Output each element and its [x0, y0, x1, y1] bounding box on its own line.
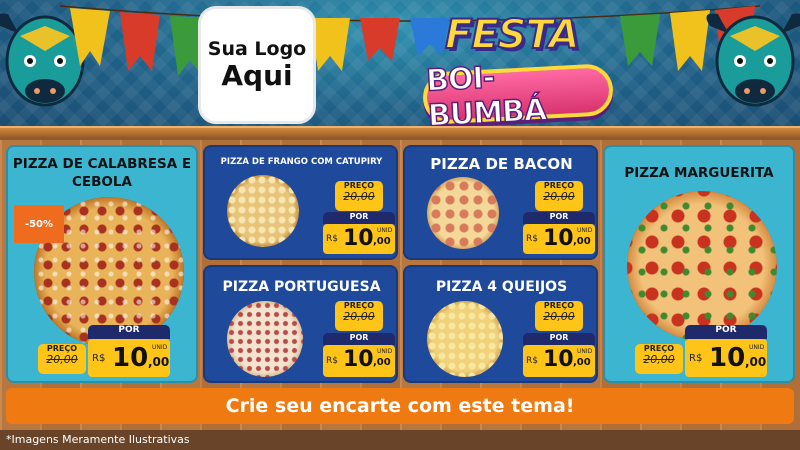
pizza-image [627, 191, 777, 341]
old-price-tag: PREÇO 20,00 [38, 344, 86, 374]
old-price-value: 20,00 [543, 310, 575, 323]
product-card-4-queijos[interactable]: PIZZA 4 QUEIJOS PREÇO 20,00 POR R$ 10 ,0… [403, 265, 598, 383]
new-price-label: POR [685, 325, 767, 339]
product-name: PIZZA DE BACON [430, 155, 573, 173]
new-price-tag: R$ 10 ,00 UNID [88, 339, 170, 377]
old-price-value: 20,00 [46, 353, 78, 366]
currency-symbol: R$ [326, 234, 338, 244]
old-price-tag: PREÇO 20,00 [635, 344, 683, 374]
unit-label: UNID [377, 227, 393, 234]
new-price-tag: R$ 10 ,00 UNID [523, 224, 595, 254]
old-price-value: 20,00 [343, 190, 375, 203]
product-name: PIZZA 4 QUEIJOS [435, 279, 568, 295]
price-cents: ,00 [745, 355, 767, 369]
price-integer: 10 [112, 343, 149, 373]
boi-bull-right-icon [706, 13, 800, 107]
new-price-label: POR [523, 333, 595, 345]
new-price-label: POR [88, 325, 170, 339]
pizza-image [427, 301, 503, 377]
footer: *Imagens Meramente Ilustrativas [0, 430, 800, 450]
price-cents: ,00 [373, 357, 391, 368]
product-card-frango[interactable]: PIZZA DE FRANGO COM CATUPIRY PREÇO 20,00… [203, 145, 398, 260]
currency-symbol: R$ [326, 356, 338, 366]
old-price-value: 20,00 [643, 353, 675, 366]
old-price-tag: PREÇO 20,00 [535, 301, 583, 331]
new-price-label: POR [523, 212, 595, 224]
title-festa: FESTA [444, 11, 581, 59]
price-cents: ,00 [573, 357, 591, 368]
old-price-label: PREÇO [543, 181, 575, 190]
old-price-tag: PREÇO 20,00 [535, 181, 583, 211]
old-price-label: PREÇO [643, 344, 675, 353]
new-price-label: POR [323, 212, 395, 224]
logo-line2: Aqui [221, 59, 293, 92]
old-price-value: 20,00 [343, 310, 375, 323]
product-card-calabresa[interactable]: PIZZA DE CALABRESA E CEBOLA -50% PREÇO 2… [6, 145, 198, 383]
price-integer: 10 [543, 347, 574, 372]
event-title: FESTA BOI-BUMBÁ [405, 8, 620, 134]
wood-trim [0, 126, 800, 138]
price-integer: 10 [343, 226, 374, 251]
currency-symbol: R$ [526, 356, 538, 366]
unit-label: UNID [577, 348, 593, 355]
cta-banner[interactable]: Crie seu encarte com este tema! [6, 388, 794, 424]
new-price-tag: R$ 10 ,00 UNID [323, 224, 395, 254]
cta-banner-text: Crie seu encarte com este tema! [225, 395, 575, 417]
product-name: PIZZA PORTUGUESA [222, 279, 381, 295]
new-price-tag: R$ 10 ,00 UNID [323, 345, 395, 377]
old-price-label: PREÇO [343, 181, 375, 190]
pizza-image [427, 177, 499, 249]
old-price-label: PREÇO [46, 344, 78, 353]
pizza-image [227, 175, 299, 247]
product-card-portuguesa[interactable]: PIZZA PORTUGUESA PREÇO 20,00 POR R$ 10 ,… [203, 265, 398, 383]
unit-label: UNID [152, 344, 168, 351]
title-plate: BOI-BUMBÁ [421, 60, 615, 134]
price-cents: ,00 [373, 236, 391, 247]
title-boi-bumba: BOI-BUMBÁ [425, 60, 548, 135]
old-price-label: PREÇO [343, 301, 375, 310]
product-name: PIZZA DE FRANGO COM CATUPIRY [220, 157, 383, 167]
product-name: PIZZA MARGUERITA [624, 165, 774, 181]
old-price-tag: PREÇO 20,00 [335, 181, 383, 211]
old-price-tag: PREÇO 20,00 [335, 301, 383, 331]
unit-label: UNID [749, 344, 765, 351]
old-price-label: PREÇO [543, 301, 575, 310]
pizza-image [227, 301, 303, 377]
currency-symbol: R$ [526, 234, 538, 244]
discount-badge: -50% [14, 205, 64, 243]
new-price-tag: R$ 10 ,00 UNID [685, 339, 767, 377]
old-price-value: 20,00 [543, 190, 575, 203]
price-integer: 10 [543, 226, 574, 251]
price-cents: ,00 [573, 236, 591, 247]
product-card-bacon[interactable]: PIZZA DE BACON PREÇO 20,00 POR R$ 10 ,00… [403, 145, 598, 260]
unit-label: UNID [377, 348, 393, 355]
currency-symbol: R$ [689, 353, 703, 364]
header: Sua Logo Aqui FESTA BOI-BUMBÁ [0, 0, 800, 138]
disclaimer-text: *Imagens Meramente Ilustrativas [6, 433, 190, 446]
logo-placeholder[interactable]: Sua Logo Aqui [198, 6, 316, 124]
price-integer: 10 [709, 343, 746, 373]
price-cents: ,00 [148, 355, 170, 369]
product-card-marguerita[interactable]: PIZZA MARGUERITA PREÇO 20,00 POR R$ 10 ,… [603, 145, 795, 383]
product-name: PIZZA DE CALABRESA E CEBOLA [12, 156, 192, 190]
new-price-tag: R$ 10 ,00 UNID [523, 345, 595, 377]
unit-label: UNID [577, 227, 593, 234]
price-integer: 10 [343, 347, 374, 372]
new-price-label: POR [323, 333, 395, 345]
logo-line1: Sua Logo [207, 38, 307, 60]
currency-symbol: R$ [92, 353, 106, 364]
